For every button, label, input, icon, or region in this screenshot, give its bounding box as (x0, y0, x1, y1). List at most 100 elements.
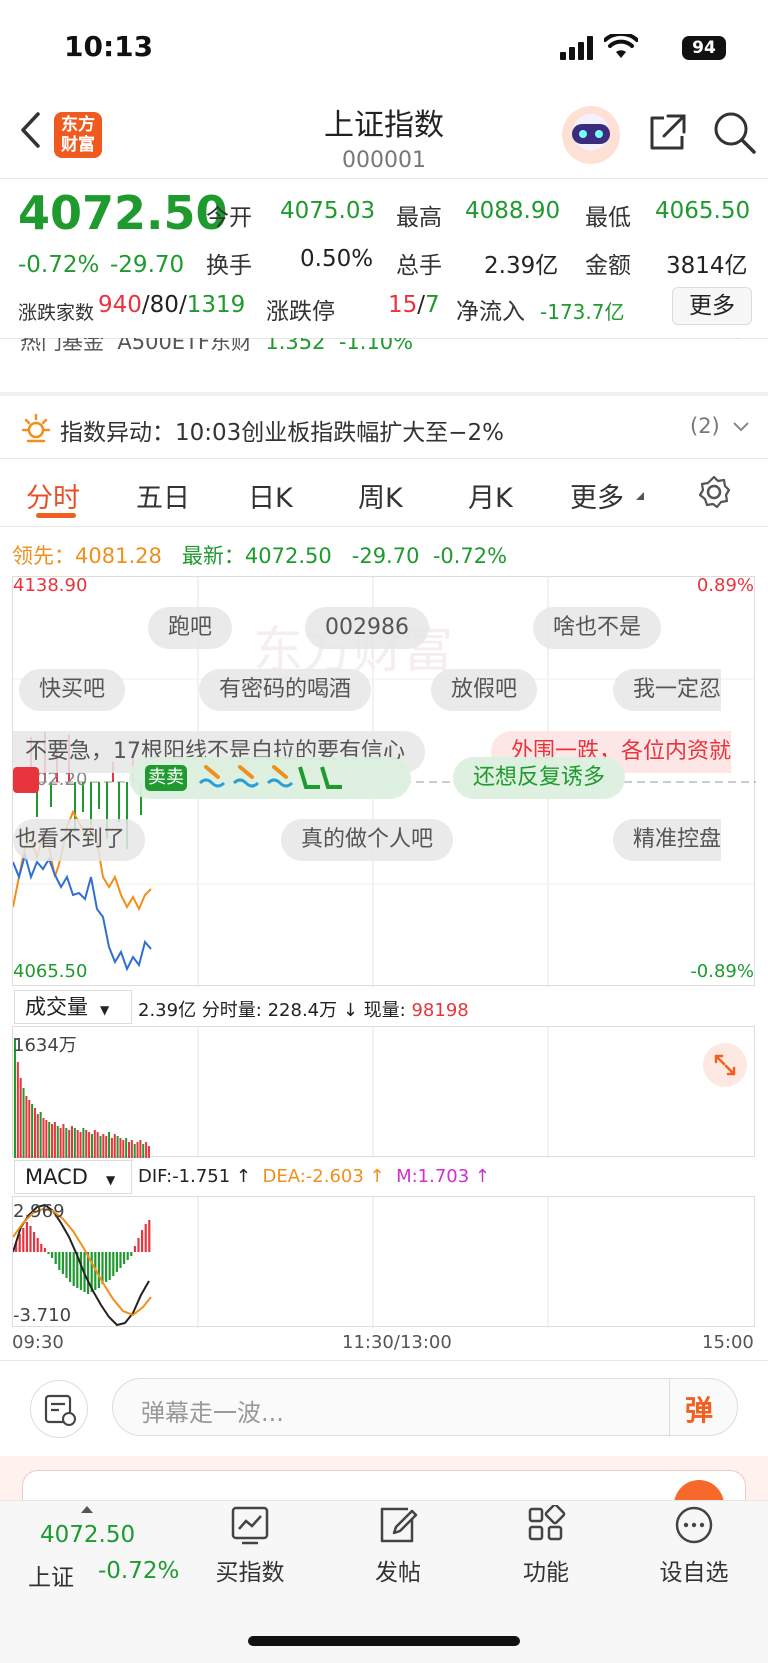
netflow-value: -173.7亿 (540, 300, 625, 324)
volume-bar (76, 1130, 79, 1158)
volume-bar (145, 1142, 148, 1158)
price-line (13, 851, 152, 972)
macd-bar (29, 1226, 32, 1252)
volume-chart[interactable]: 1634万 (12, 1026, 755, 1158)
danmu-item[interactable]: 精准控盘 (613, 819, 722, 861)
danmu-toggle-icon[interactable]: 弹 (685, 1389, 713, 1429)
chart-info-line: 领先：4081.28 最新：4072.50 -29.70 -0.72% (12, 540, 507, 570)
danmu-item[interactable]: 002986 (305, 607, 429, 649)
nav-index-price[interactable]: 4072.50 (40, 1522, 135, 1548)
settings-icon[interactable] (696, 474, 732, 510)
expand-button[interactable] (703, 1043, 747, 1087)
volume-bar (45, 1120, 48, 1158)
volume-bar (147, 1146, 150, 1158)
down-count: 1319 (186, 292, 246, 318)
latest-change: -29.70 (351, 544, 420, 568)
macd-bar (144, 1224, 147, 1252)
macd-bar (47, 1252, 50, 1254)
macd-bar (97, 1252, 100, 1288)
time-end: 15:00 (702, 1332, 754, 1353)
chevron-down-icon[interactable] (732, 420, 750, 434)
volume-bar (119, 1138, 122, 1158)
macd-bar (69, 1252, 72, 1282)
tab-weekly-k[interactable]: 周K (358, 476, 403, 515)
volume-bar (96, 1132, 99, 1158)
macd-bar (130, 1252, 133, 1256)
volume-bar (31, 1104, 34, 1158)
danmu-item[interactable]: 还想反复诱多 (453, 757, 626, 799)
volume-bar (105, 1136, 108, 1158)
nav-buy-index[interactable]: 买指数 (200, 1505, 300, 1587)
volume-bar (19, 1078, 22, 1158)
nav-add-watchlist[interactable]: 设自选 (644, 1505, 744, 1587)
danmu-item[interactable]: 也看不到了 (13, 819, 146, 861)
volume-bar (88, 1132, 91, 1158)
danmu-input[interactable]: 弹幕走一波... 弹 (112, 1378, 738, 1437)
macd-bar (54, 1252, 57, 1264)
search-icon[interactable] (712, 110, 758, 156)
alert-text: 10:03创业板指跌幅扩大至−2% (175, 420, 505, 446)
danmu-item[interactable]: 真的做个人吧 (281, 819, 454, 861)
macd-min: -3.710 (13, 1305, 72, 1326)
tab-daily-k[interactable]: 日K (248, 476, 293, 515)
macd-bar (141, 1230, 144, 1252)
volume-bar (125, 1138, 128, 1158)
danmu-item[interactable]: 有密码的喝酒 (199, 669, 372, 711)
macd-bar (148, 1220, 151, 1252)
turnover-value: 0.50% (300, 246, 374, 272)
tab-monthly-k[interactable]: 月K (468, 476, 513, 515)
nav-functions[interactable]: 功能 (496, 1505, 596, 1587)
volume-bar (56, 1126, 59, 1158)
tab-intraday[interactable]: 分时 (26, 476, 80, 515)
volume-bar (73, 1128, 76, 1158)
share-icon[interactable] (646, 112, 688, 154)
tab-more[interactable]: 更多 (570, 476, 624, 515)
current-price: 4072.50 (18, 186, 228, 240)
ai-assistant-icon[interactable] (562, 106, 620, 164)
promo-card-peek (0, 1456, 768, 1510)
volume-bar (90, 1134, 93, 1158)
alert-count[interactable]: (2) (690, 414, 720, 438)
danmu-input-placeholder: 弹幕走一波... (141, 1399, 284, 1427)
hot-fund-row[interactable]: 热门基金 A500ETF东财 1.352 -1.10% (0, 338, 768, 358)
up-count: 940 (98, 292, 142, 318)
danmu-item[interactable]: 跑吧 (148, 607, 233, 649)
danmu-item[interactable]: 放假吧 (431, 669, 538, 711)
nav-post[interactable]: 发帖 (348, 1505, 448, 1587)
macd-bar (115, 1252, 118, 1272)
macd-bar (33, 1232, 36, 1252)
danmu-item[interactable]: 啥也不是 (533, 607, 662, 649)
macd-bar (112, 1252, 115, 1276)
danmu-emoji-item[interactable]: 卖卖 (129, 757, 411, 799)
volume-bar (51, 1124, 54, 1158)
edit-icon (380, 1507, 418, 1543)
bottom-price: 4065.50 (13, 961, 88, 982)
macd-bar (61, 1252, 64, 1274)
volume-indicator-select[interactable]: 成交量 ▼ (14, 990, 132, 1024)
macd-dea: DEA:-2.603 ↑ (262, 1166, 385, 1187)
tab-five-day[interactable]: 五日 (136, 476, 190, 515)
grid-icon (528, 1505, 566, 1541)
open-value: 4075.03 (280, 198, 376, 224)
note-button[interactable] (30, 1380, 88, 1438)
danmu-item[interactable]: 我一定忍 (613, 669, 722, 711)
macd-chart[interactable]: 2.969 -3.710 (12, 1196, 755, 1328)
note-icon (44, 1394, 76, 1426)
macd-bar (36, 1238, 39, 1252)
volume-chart-svg (14, 1027, 549, 1158)
nav-index-name[interactable]: 上证 (28, 1558, 74, 1592)
danmu-item[interactable]: 快买吧 (19, 669, 126, 711)
breadth-label: 涨跌家数 (18, 302, 95, 324)
volume-bar (65, 1128, 68, 1158)
lead-value: 4081.28 (75, 544, 162, 568)
macd-bar (137, 1238, 140, 1252)
more-quote-button[interactable]: 更多 (672, 287, 752, 325)
netflow-label: 净流入 (456, 299, 525, 325)
tab-active-indicator (36, 513, 76, 518)
nav-index-pct[interactable]: -0.72% (98, 1558, 179, 1584)
macd-indicator-select[interactable]: MACD ▼ (14, 1160, 132, 1194)
volume-bar (33, 1108, 36, 1158)
index-alert[interactable]: 指数异动：10:03创业板指跌幅扩大至−2% (60, 413, 504, 447)
latest-label: 最新： (181, 544, 245, 568)
intraday-chart[interactable]: 东方财富 4138.90 0.89% 4102.20 4065.50 -0.89… (12, 575, 756, 987)
